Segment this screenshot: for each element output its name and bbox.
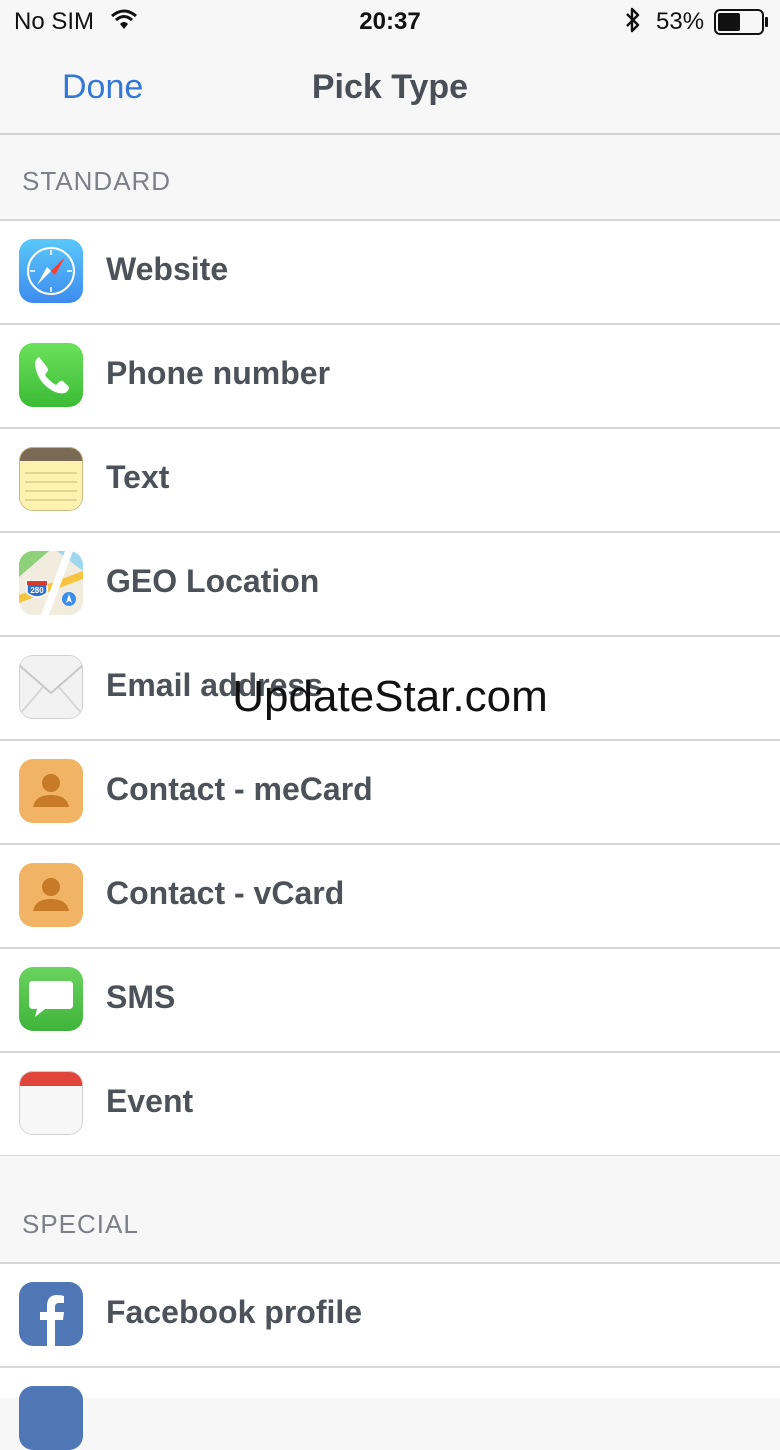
list-item-label: Contact - meCard: [106, 771, 373, 807]
list-item-contact-mecard[interactable]: Contact - meCard: [0, 741, 780, 845]
list-item-label: Phone number: [106, 355, 331, 391]
list-item-geo-location[interactable]: 280 GEO Location: [0, 533, 780, 637]
safari-compass-icon: [19, 239, 83, 303]
mail-envelope-icon: [19, 655, 83, 719]
list-item-label: Facebook profile: [106, 1294, 363, 1330]
calendar-icon: [19, 1071, 83, 1135]
section-header-standard: STANDARD: [0, 135, 780, 221]
partial-icon: [19, 1386, 83, 1450]
contact-icon: [19, 863, 83, 927]
list-item-label: Event: [106, 1083, 194, 1119]
list-item-label: Contact - vCard: [106, 875, 345, 911]
list-item-partial[interactable]: [0, 1368, 780, 1450]
battery-percent: 53%: [656, 8, 705, 35]
contact-icon: [19, 759, 83, 823]
phone-icon: [19, 343, 83, 407]
special-list: Facebook profile: [0, 1264, 780, 1450]
list-item-event[interactable]: Event: [0, 1053, 780, 1157]
navigation-bar: Done Pick Type: [0, 44, 780, 135]
status-bar: No SIM 20:37 53%: [0, 0, 780, 44]
bluetooth-icon: [624, 6, 642, 41]
battery-icon: [714, 9, 770, 42]
standard-list: Website Phone number Text 280 GEO Locati…: [0, 221, 780, 1157]
highway-shield-number: 280: [30, 586, 44, 595]
list-item-label: Email address: [106, 667, 323, 703]
section-header-label: STANDARD: [22, 166, 172, 196]
list-item-sms[interactable]: SMS: [0, 949, 780, 1053]
list-item-facebook-profile[interactable]: Facebook profile: [0, 1264, 780, 1368]
facebook-icon: [19, 1282, 83, 1346]
list-item-contact-vcard[interactable]: Contact - vCard: [0, 845, 780, 949]
list-item-text[interactable]: Text: [0, 429, 780, 533]
list-item-label: SMS: [106, 979, 176, 1015]
messages-icon: [19, 967, 83, 1031]
notes-icon: [19, 447, 83, 511]
list-item-label: Website: [106, 251, 229, 287]
maps-icon: 280: [19, 551, 83, 615]
list-item-label: Text: [106, 459, 170, 495]
list-item-website[interactable]: Website: [0, 221, 780, 325]
section-header-label: SPECIAL: [22, 1209, 139, 1239]
list-item-phone-number[interactable]: Phone number: [0, 325, 780, 429]
list-item-email-address[interactable]: Email address: [0, 637, 780, 741]
page-title: Pick Type: [311, 68, 469, 106]
list-item-label: GEO Location: [106, 563, 320, 599]
section-header-special: SPECIAL: [0, 1156, 780, 1264]
